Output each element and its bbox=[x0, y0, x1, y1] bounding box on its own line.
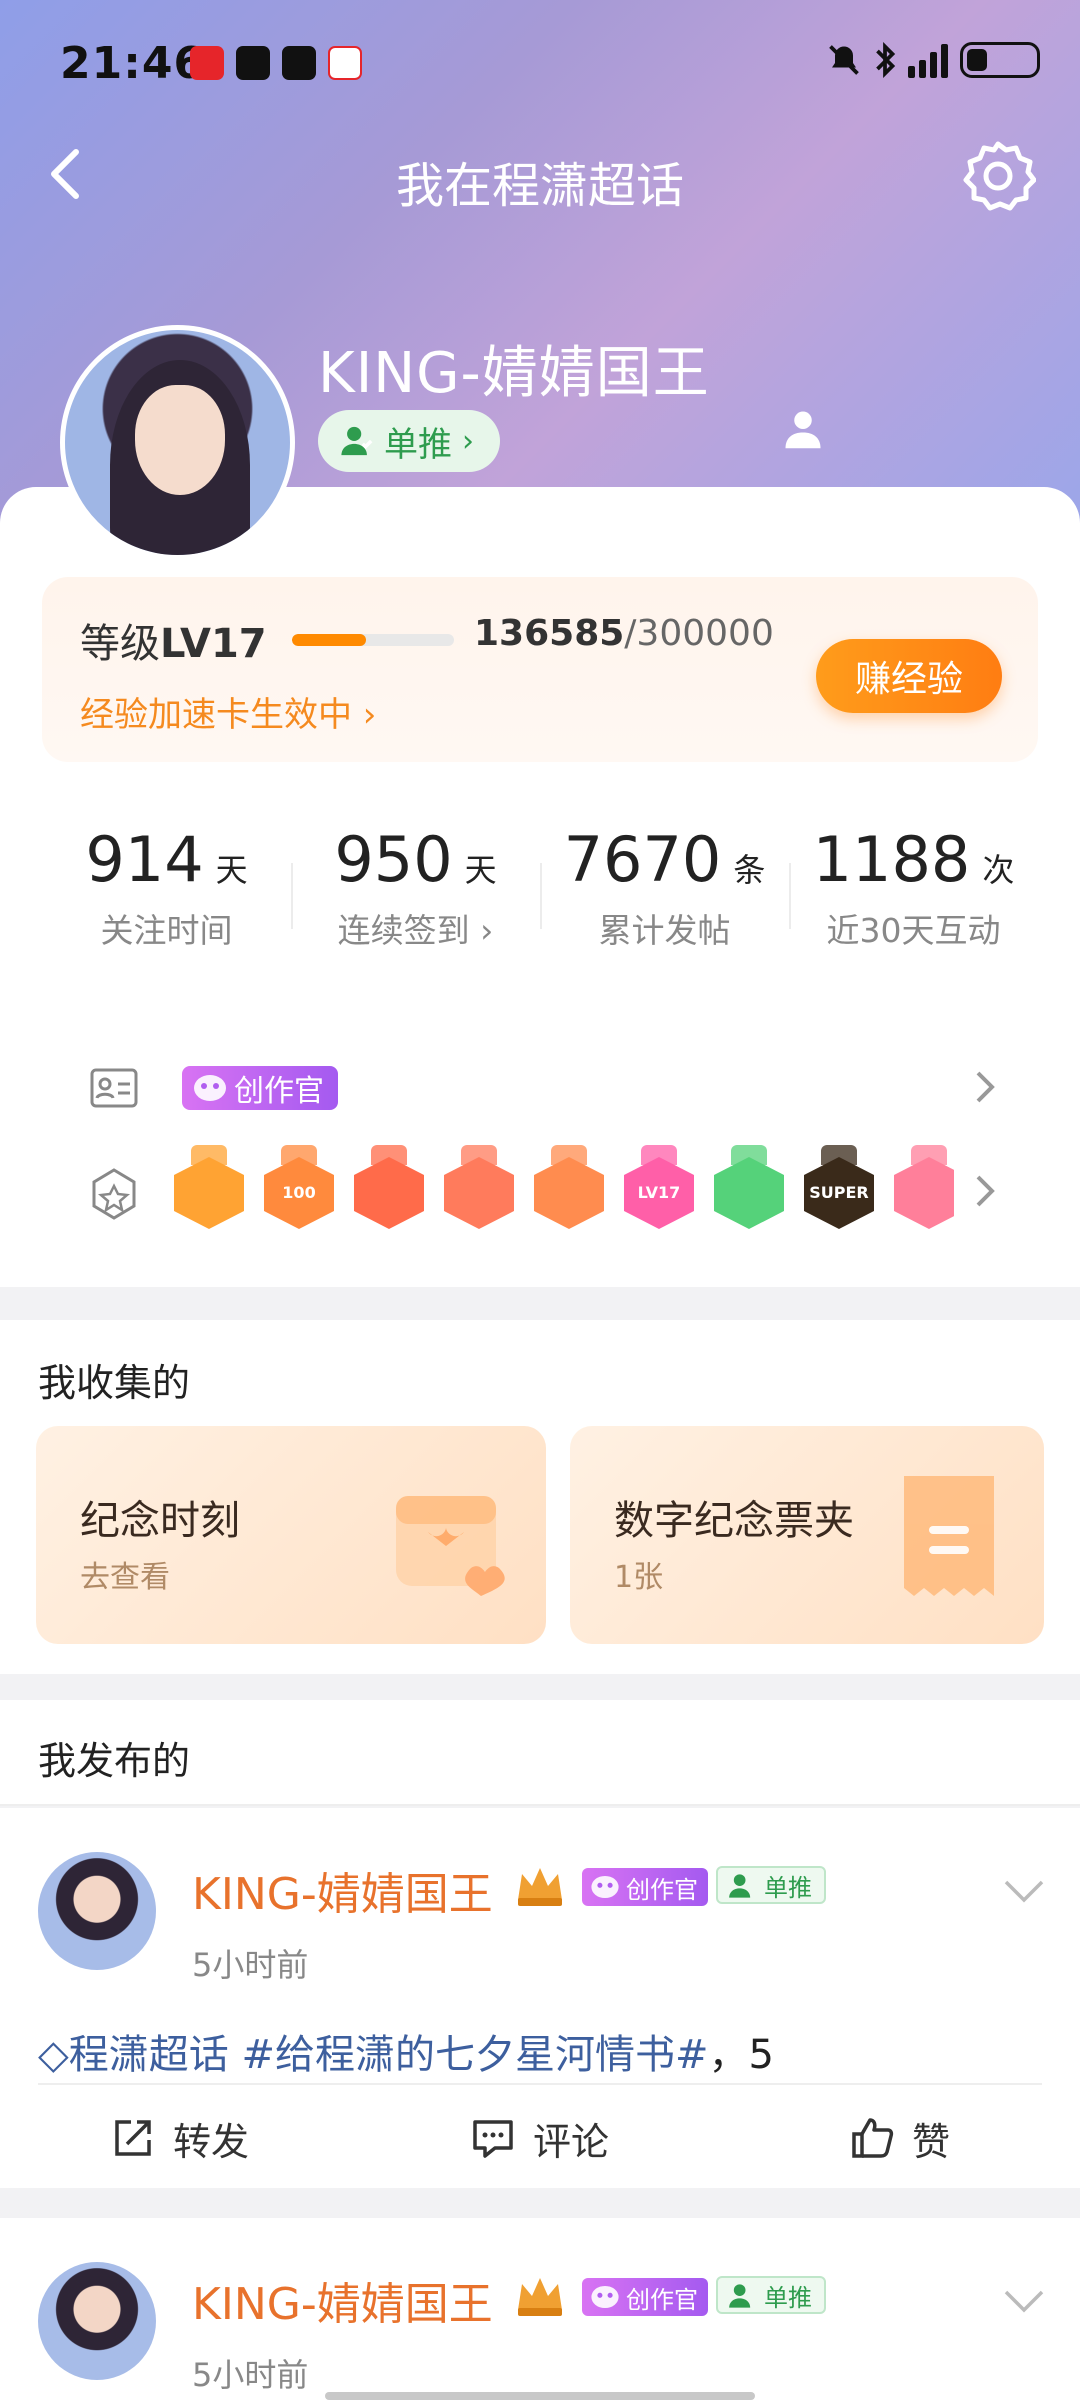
super-medal[interactable]: SUPER bbox=[804, 1145, 874, 1233]
post-author[interactable]: KING-婧婧国王 bbox=[192, 2268, 493, 2332]
stat-checkin-days[interactable]: 950 天 连续签到 › bbox=[291, 795, 540, 995]
100-days-medal[interactable]: 100 bbox=[264, 1145, 334, 1233]
medal-list[interactable]: 100 LV17 SUPER bbox=[174, 1145, 954, 1245]
post-content: ◇程潇超话 #给程潇的七夕星河情书#，5 bbox=[38, 2032, 774, 2078]
creator-logo-icon bbox=[194, 1075, 226, 1101]
topic-link[interactable]: 程潇超话 bbox=[69, 2032, 229, 2078]
chevron-down-icon[interactable] bbox=[1002, 2288, 1046, 2316]
post-avatar[interactable] bbox=[38, 2262, 156, 2380]
medal-text: SUPER bbox=[809, 1183, 869, 1202]
gear-icon[interactable] bbox=[960, 138, 1036, 214]
person-icon bbox=[729, 2284, 751, 2308]
creator-badge[interactable]: 创作官 bbox=[582, 1868, 708, 1906]
chevron-down-icon[interactable] bbox=[1002, 1878, 1046, 1906]
like-button[interactable]: 赞 bbox=[720, 2088, 1080, 2188]
netease-music-icon bbox=[190, 46, 224, 80]
chevron-right-icon[interactable] bbox=[972, 1172, 998, 1210]
ticket-folder-card[interactable]: 数字纪念票夹 1张 bbox=[570, 1426, 1044, 1644]
person-icon[interactable] bbox=[782, 408, 824, 450]
profile-username: KING-婧婧国王 bbox=[318, 341, 710, 406]
mascot-medal-2[interactable] bbox=[444, 1145, 514, 1233]
wallpaper-icon bbox=[282, 46, 316, 80]
moments-card[interactable]: 纪念时刻 去查看 bbox=[36, 1426, 546, 1644]
forward-icon bbox=[115, 2120, 151, 2156]
bluetooth-icon bbox=[876, 42, 896, 78]
status-time: 21:46 bbox=[60, 38, 206, 89]
exp-progress-bar bbox=[292, 634, 454, 646]
calendar-heart-icon bbox=[396, 1496, 505, 1596]
person-icon bbox=[341, 426, 373, 456]
single-support-tag[interactable]: 单推 bbox=[716, 1866, 826, 1904]
post-time: 5小时前 bbox=[192, 1946, 309, 1984]
thumbs-up-icon bbox=[852, 2118, 894, 2158]
exp-boost-link[interactable]: 经验加速卡生效中 › bbox=[80, 687, 376, 736]
creator-badge[interactable]: 创作官 bbox=[182, 1066, 338, 1110]
page-title: 我在程潇超话 bbox=[395, 158, 684, 214]
medal-outline-icon bbox=[92, 1168, 136, 1220]
exp-counter: 136585/300000 bbox=[474, 613, 774, 654]
mascot-medal-1[interactable] bbox=[354, 1145, 424, 1233]
chevron-right-icon: › bbox=[462, 423, 474, 459]
stat-follow-days: 914 天 关注时间 bbox=[85, 823, 248, 950]
medal-text: LV17 bbox=[637, 1183, 681, 1202]
comment-icon bbox=[473, 2120, 513, 2158]
posts-section: 我发布的 bbox=[0, 1700, 1080, 1806]
section-title: 我收集的 bbox=[38, 1361, 191, 1405]
mascot-medal-3[interactable] bbox=[534, 1145, 604, 1233]
medal-text: 100 bbox=[282, 1183, 316, 1202]
id-card-icon bbox=[90, 1068, 138, 1108]
weibo-icon bbox=[328, 46, 362, 80]
exp-progress-fill bbox=[292, 634, 366, 646]
post-author[interactable]: KING-婧婧国王 bbox=[192, 1858, 493, 1922]
divider bbox=[38, 2083, 1042, 2085]
partial-medal[interactable] bbox=[894, 1145, 954, 1233]
creator-logo-icon bbox=[591, 1875, 619, 1899]
level-value: LV17 bbox=[160, 621, 267, 667]
single-support-label: 单推 bbox=[384, 424, 452, 465]
single-support-tag[interactable]: 单推 bbox=[716, 2276, 826, 2314]
stat-total-posts: 7670 条 累计发帖 bbox=[540, 795, 789, 995]
creator-badge[interactable]: 创作官 bbox=[582, 2278, 708, 2316]
ticket-icon bbox=[904, 1476, 994, 1596]
creator-logo-icon bbox=[591, 2285, 619, 2309]
single-support-tag[interactable]: 单推 › bbox=[318, 410, 500, 472]
mute-icon bbox=[829, 45, 859, 75]
post-actions: 转发 评论 赞 bbox=[0, 2088, 1080, 2188]
home-indicator bbox=[325, 2392, 755, 2400]
post-time: 5小时前 bbox=[192, 2356, 309, 2394]
crown-icon bbox=[518, 2278, 562, 2316]
nav-bar: 我在程潇超话 bbox=[0, 130, 1080, 220]
badges-card: 创作官 100 LV17 SUPER bbox=[42, 1020, 1038, 1270]
crown-icon bbox=[518, 1868, 562, 1906]
level-label: 等级LV17 bbox=[80, 621, 267, 667]
stat-interactions: 1188 次 近30天互动 bbox=[789, 795, 1038, 995]
signal-icon bbox=[908, 42, 948, 78]
forward-button[interactable]: 转发 bbox=[0, 2088, 360, 2188]
hashtag-link[interactable]: #给程潇的七夕星河情书# bbox=[241, 2032, 708, 2078]
post-card[interactable]: KING-婧婧国王 创作官 单推 5小时前 ◇程潇超话 #给程潇的七夕星河情书#… bbox=[0, 1808, 1080, 2188]
earn-exp-button[interactable]: 赚经验 bbox=[816, 639, 1002, 713]
section-title: 我发布的 bbox=[38, 1739, 191, 1783]
crown-medal[interactable] bbox=[174, 1145, 244, 1233]
avatar[interactable] bbox=[60, 325, 295, 560]
tiktok-icon bbox=[236, 46, 270, 80]
topic-icon: ◇ bbox=[38, 2032, 69, 2078]
battery-icon bbox=[960, 42, 1040, 78]
stats-row: 914 天 关注时间 950 天 连续签到 › 7670 条 累计发帖 1188 次 近… bbox=[42, 795, 1038, 995]
comment-button[interactable]: 评论 bbox=[360, 2088, 720, 2188]
post-card[interactable]: KING-婧婧国王 创作官 单推 5小时前 bbox=[0, 2218, 1080, 2408]
lv17-medal[interactable]: LV17 bbox=[624, 1145, 694, 1233]
chevron-right-icon[interactable] bbox=[972, 1068, 998, 1106]
hand-medal[interactable] bbox=[714, 1145, 784, 1233]
post-avatar[interactable] bbox=[38, 1852, 156, 1970]
status-bar: 21:46 bbox=[0, 30, 1080, 100]
person-icon bbox=[729, 1874, 751, 1898]
level-card[interactable]: 等级LV17 136585/300000 经验加速卡生效中 › 赚经验 bbox=[42, 577, 1038, 762]
